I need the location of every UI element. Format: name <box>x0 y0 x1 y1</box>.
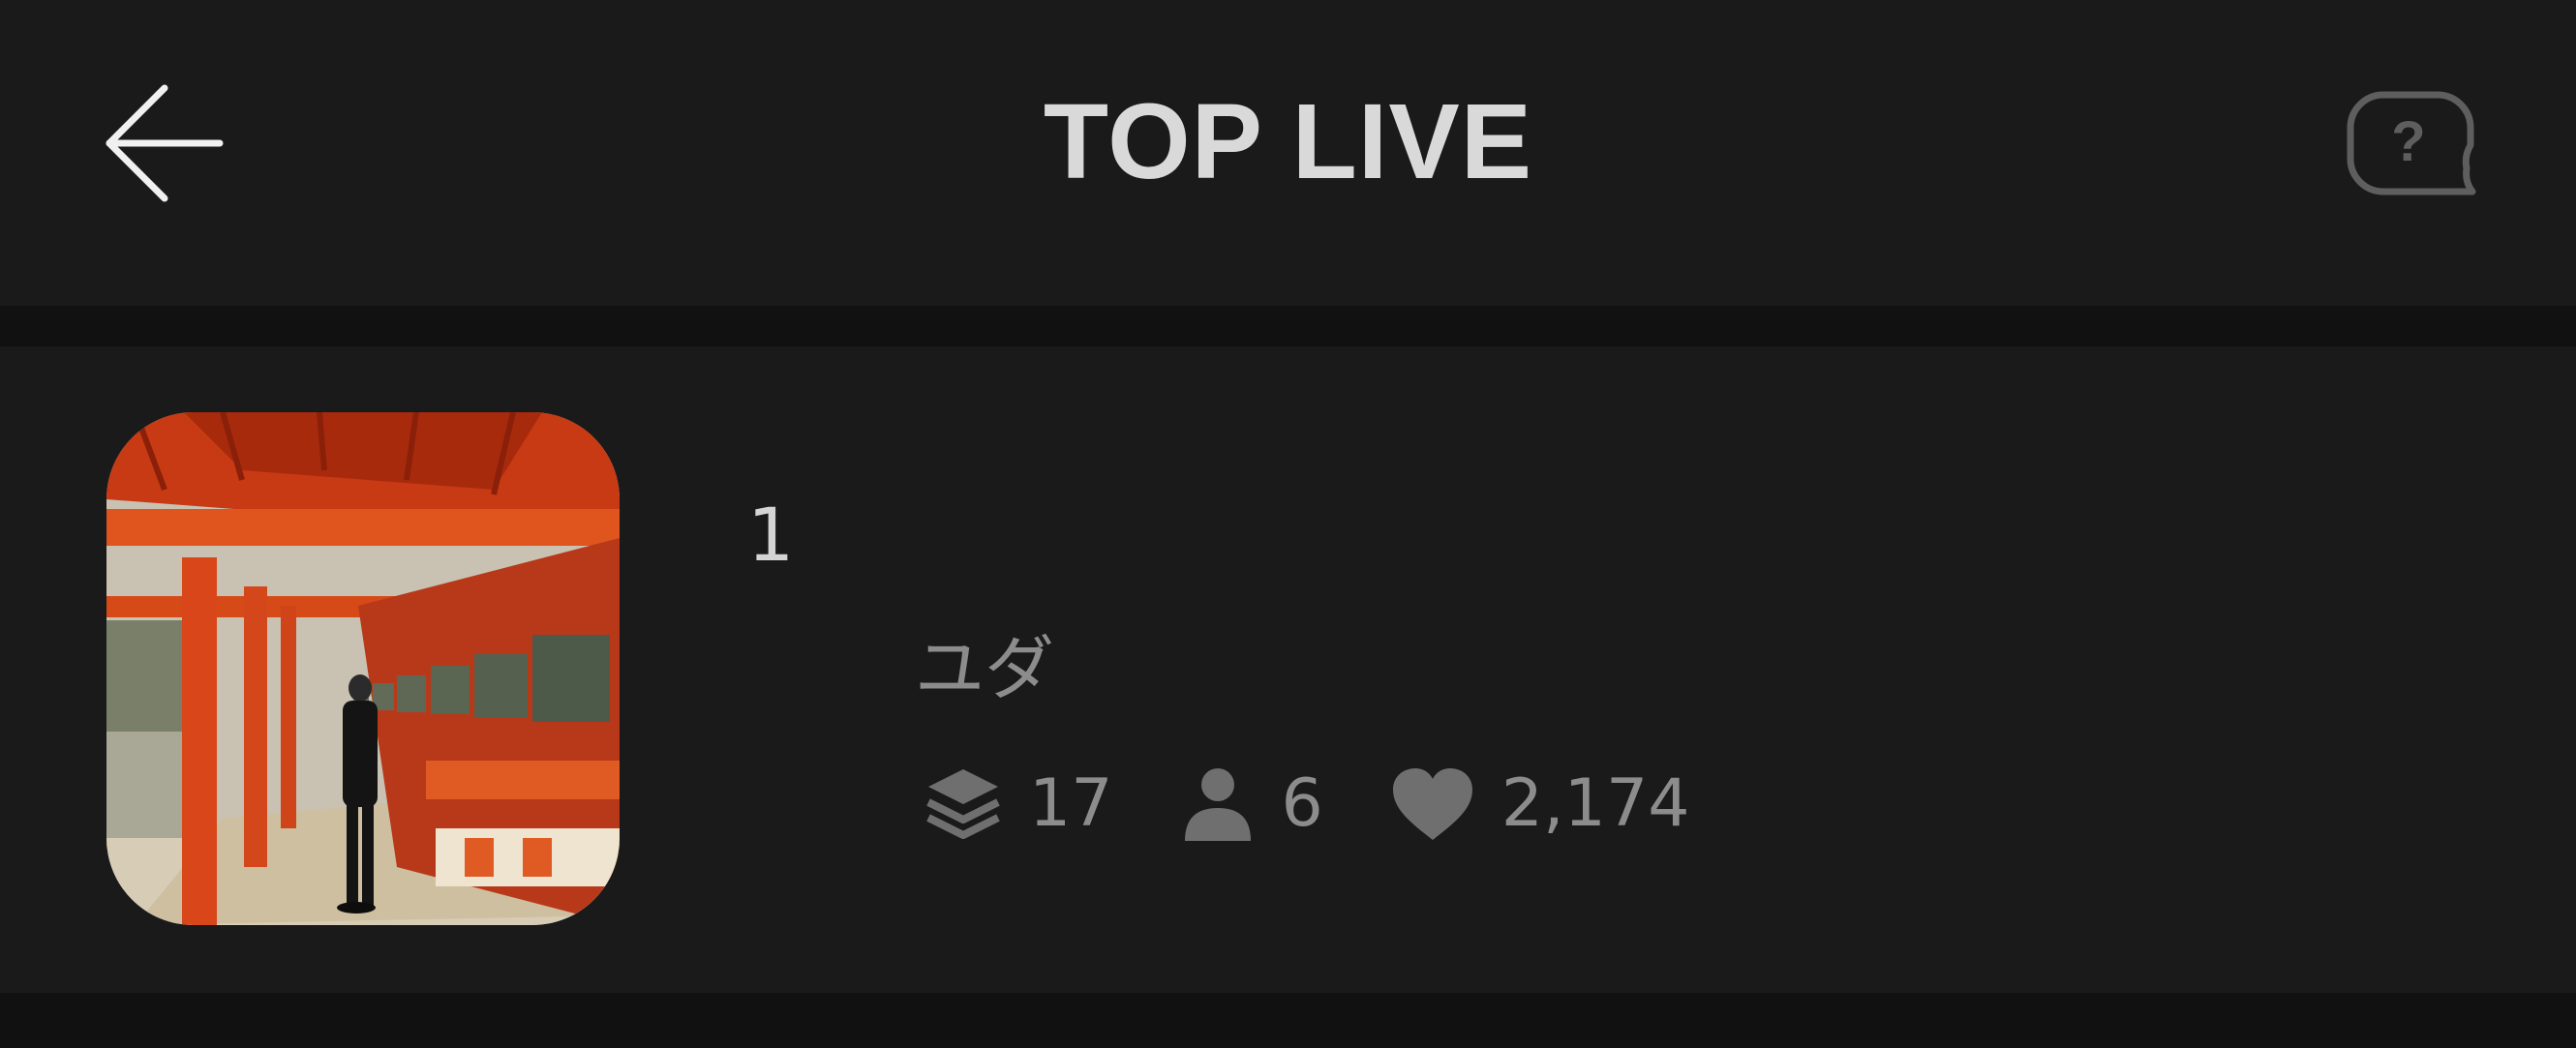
help-button[interactable]: ? <box>2343 85 2478 201</box>
heart-icon <box>1391 766 1474 842</box>
like-count: 2,174 <box>1500 765 1690 842</box>
streamer-name: ユダ <box>915 628 1055 709</box>
list-item[interactable]: 1 ユダ 17 6 2,174 <box>0 346 2576 993</box>
page-title: TOP LIVE <box>1043 82 1533 201</box>
layers-icon <box>924 765 1002 843</box>
layers-count: 17 <box>1029 765 1113 842</box>
stats-row: 17 6 2,174 <box>924 751 1757 857</box>
stat-layers: 17 <box>924 761 1113 848</box>
section-divider <box>0 306 2576 346</box>
question-chat-icon: ? <box>2347 91 2476 195</box>
live-thumbnail <box>106 412 620 925</box>
svg-text:?: ? <box>2391 110 2425 173</box>
list-bottom-gap <box>0 993 2576 1048</box>
top-live-screen: TOP LIVE ? 1 ユダ 17 6 2,174 <box>0 0 2576 1048</box>
shrine-corridor-photo <box>106 412 620 925</box>
ranking-list: 1 ユダ 17 6 2,174 <box>0 346 2576 993</box>
person-icon <box>1181 765 1255 843</box>
viewer-count: 6 <box>1281 765 1323 842</box>
stat-likes: 2,174 <box>1391 761 1690 848</box>
stat-viewers: 6 <box>1181 761 1323 848</box>
rank-number: 1 <box>747 492 795 578</box>
top-bar: TOP LIVE ? <box>0 0 2576 306</box>
